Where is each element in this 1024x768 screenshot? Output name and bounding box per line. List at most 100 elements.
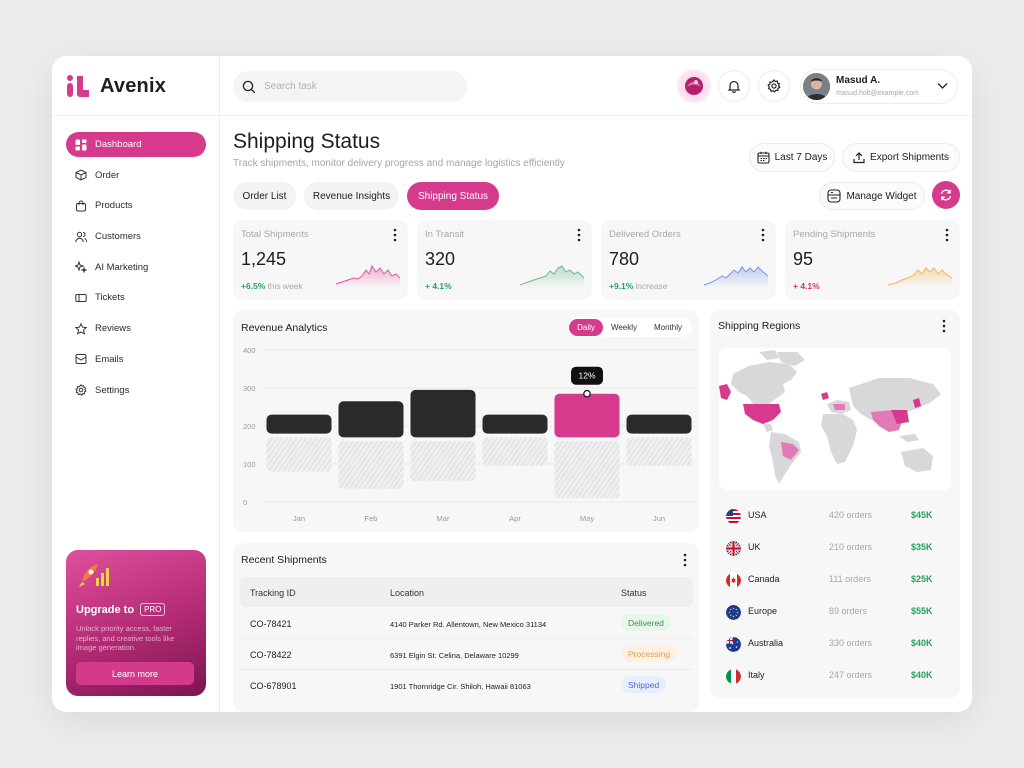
sidebar-item-ai-marketing[interactable]: AI Marketing: [66, 255, 206, 280]
stat-change-note: this week: [267, 281, 303, 291]
stat-change-value: + 4.1%: [425, 281, 452, 291]
region-name: Australia: [748, 638, 784, 648]
stat-change-value: + 4.1%: [793, 281, 820, 291]
column-header: Location: [390, 588, 425, 598]
date-range-button[interactable]: Last 7 Days: [749, 143, 835, 172]
region-row-europe[interactable]: Europe 89 orders $55K: [726, 601, 946, 623]
tab-order-list[interactable]: Order List: [233, 182, 296, 210]
x-tick-label: Apr: [509, 514, 521, 523]
region-row-usa[interactable]: USA 420 orders $45K: [726, 505, 946, 527]
sidebar-item-reviews[interactable]: Reviews: [66, 316, 206, 341]
stat-change: +6.5% this week: [241, 281, 303, 291]
region-name: Italy: [748, 670, 765, 680]
user-email: masud.holt@example.com: [836, 90, 919, 97]
ai-orb-icon: [685, 77, 703, 95]
stat-change-note: increase: [635, 281, 668, 291]
x-tick-label: Mar: [437, 514, 450, 523]
gear-icon: [75, 384, 87, 396]
table-row[interactable]: CO-78422 6391 Elgin St. Celina, Delaware…: [240, 639, 693, 670]
sidebar-item-dashboard[interactable]: Dashboard: [66, 132, 206, 157]
more-vertical-icon[interactable]: [944, 228, 950, 242]
region-row-italy[interactable]: Italy 247 orders $40K: [726, 665, 946, 687]
refresh-icon: [940, 189, 952, 201]
region-revenue: $35K: [911, 542, 933, 552]
period-monthly[interactable]: Monthly: [645, 319, 691, 336]
bar: [410, 389, 476, 438]
tracking-id: CO-78421: [250, 619, 292, 629]
region-name: Canada: [748, 574, 780, 584]
upgrade-description: Unlock priority access, faster replies, …: [76, 624, 175, 652]
sidebar-item-customers[interactable]: Customers: [66, 224, 206, 249]
user-profile-menu[interactable]: Masud A. masud.holt@example.com: [800, 69, 958, 104]
notification-button[interactable]: [718, 70, 750, 102]
learn-more-button[interactable]: Learn more: [76, 662, 194, 685]
users-icon: [75, 231, 87, 242]
region-orders: 330 orders: [829, 638, 873, 648]
world-map-image: [719, 350, 941, 484]
sidebar-item-settings[interactable]: Settings: [66, 378, 206, 403]
more-vertical-icon[interactable]: [576, 228, 582, 242]
sidebar-item-tickets[interactable]: Tickets: [66, 285, 206, 310]
sidebar-item-label: Dashboard: [95, 139, 142, 150]
region-orders: 111 orders: [829, 574, 871, 584]
more-vertical-icon[interactable]: [941, 319, 947, 333]
upgrade-card: Upgrade to PRO Unlock priority access, f…: [66, 550, 206, 696]
region-name: UK: [748, 542, 761, 552]
export-shipments-button[interactable]: Export Shipments: [842, 143, 960, 172]
chart-tooltip-label: 12%: [578, 371, 595, 381]
x-tick-label: Feb: [365, 514, 378, 523]
tracking-id: CO-678901: [250, 681, 297, 691]
search-bar: [233, 71, 467, 102]
region-orders: 420 orders: [829, 510, 873, 520]
region-revenue: $55K: [911, 606, 933, 616]
italy-flag-icon: [726, 668, 741, 684]
table-row[interactable]: CO-78421 4140 Parker Rd. Allentown, New …: [240, 608, 693, 639]
uk-flag-icon: [726, 540, 741, 556]
revenue-bar-chart: 0 100 200 300 400 Jan Feb Mar Apr May 12% Jun: [243, 346, 695, 523]
dashboard-icon: [75, 139, 87, 150]
ai-assistant-button[interactable]: [677, 69, 711, 103]
revenue-analytics-title: Revenue Analytics: [241, 322, 328, 334]
region-row-canada[interactable]: Canada 111 orders $25K: [726, 569, 946, 591]
sidebar-item-products[interactable]: Products: [66, 193, 206, 218]
period-weekly[interactable]: Weekly: [603, 319, 645, 336]
region-row-australia[interactable]: Australia 330 orders $40K: [726, 633, 946, 655]
australia-flag-icon: [726, 636, 741, 652]
region-revenue: $45K: [911, 510, 933, 520]
rocket-icon: [79, 564, 109, 587]
x-tick-label: Jan: [293, 514, 305, 523]
logo: Avenix: [66, 74, 166, 98]
tab-revenue-insights[interactable]: Revenue Insights: [304, 182, 399, 210]
sidebar-item-label: AI Marketing: [95, 261, 149, 273]
sidebar-item-label: Tickets: [95, 292, 125, 304]
sidebar-item-emails[interactable]: Emails: [66, 347, 206, 372]
settings-button[interactable]: [758, 70, 790, 102]
box-icon: [75, 169, 87, 181]
table-header: Tracking ID Location Status: [240, 577, 693, 607]
bar: [338, 401, 404, 438]
search-input[interactable]: [264, 81, 444, 92]
stat-card-in-transit: In Transit 320 + 4.1%: [417, 220, 592, 300]
location: 1901 Thornridge Cir. Shiloh, Hawaii 8106…: [390, 682, 531, 691]
shipping-regions-title: Shipping Regions: [718, 320, 801, 332]
sidebar-item-order[interactable]: Order: [66, 163, 206, 188]
more-vertical-icon[interactable]: [760, 228, 766, 242]
sidebar-item-label: Customers: [95, 231, 141, 243]
y-tick-label: 400: [243, 346, 256, 355]
manage-widget-button[interactable]: Manage Widget: [819, 182, 925, 210]
tracking-id: CO-78422: [250, 650, 292, 660]
period-selector: Daily Weekly Monthly: [568, 318, 692, 337]
refresh-button[interactable]: [932, 181, 960, 209]
region-name: Europe: [748, 606, 778, 616]
pro-badge: PRO: [140, 603, 166, 616]
more-vertical-icon[interactable]: [392, 228, 398, 242]
gear-icon: [767, 79, 781, 93]
table-row[interactable]: CO-678901 1901 Thornridge Cir. Shiloh, H…: [240, 670, 693, 701]
region-revenue: $25K: [911, 574, 933, 584]
status-badge: Delivered: [621, 614, 671, 631]
region-orders: 247 orders: [829, 670, 873, 680]
region-row-uk[interactable]: UK 210 orders $35K: [726, 537, 946, 559]
more-vertical-icon[interactable]: [682, 553, 688, 567]
period-daily[interactable]: Daily: [569, 319, 603, 336]
tab-shipping-status[interactable]: Shipping Status: [407, 182, 499, 210]
